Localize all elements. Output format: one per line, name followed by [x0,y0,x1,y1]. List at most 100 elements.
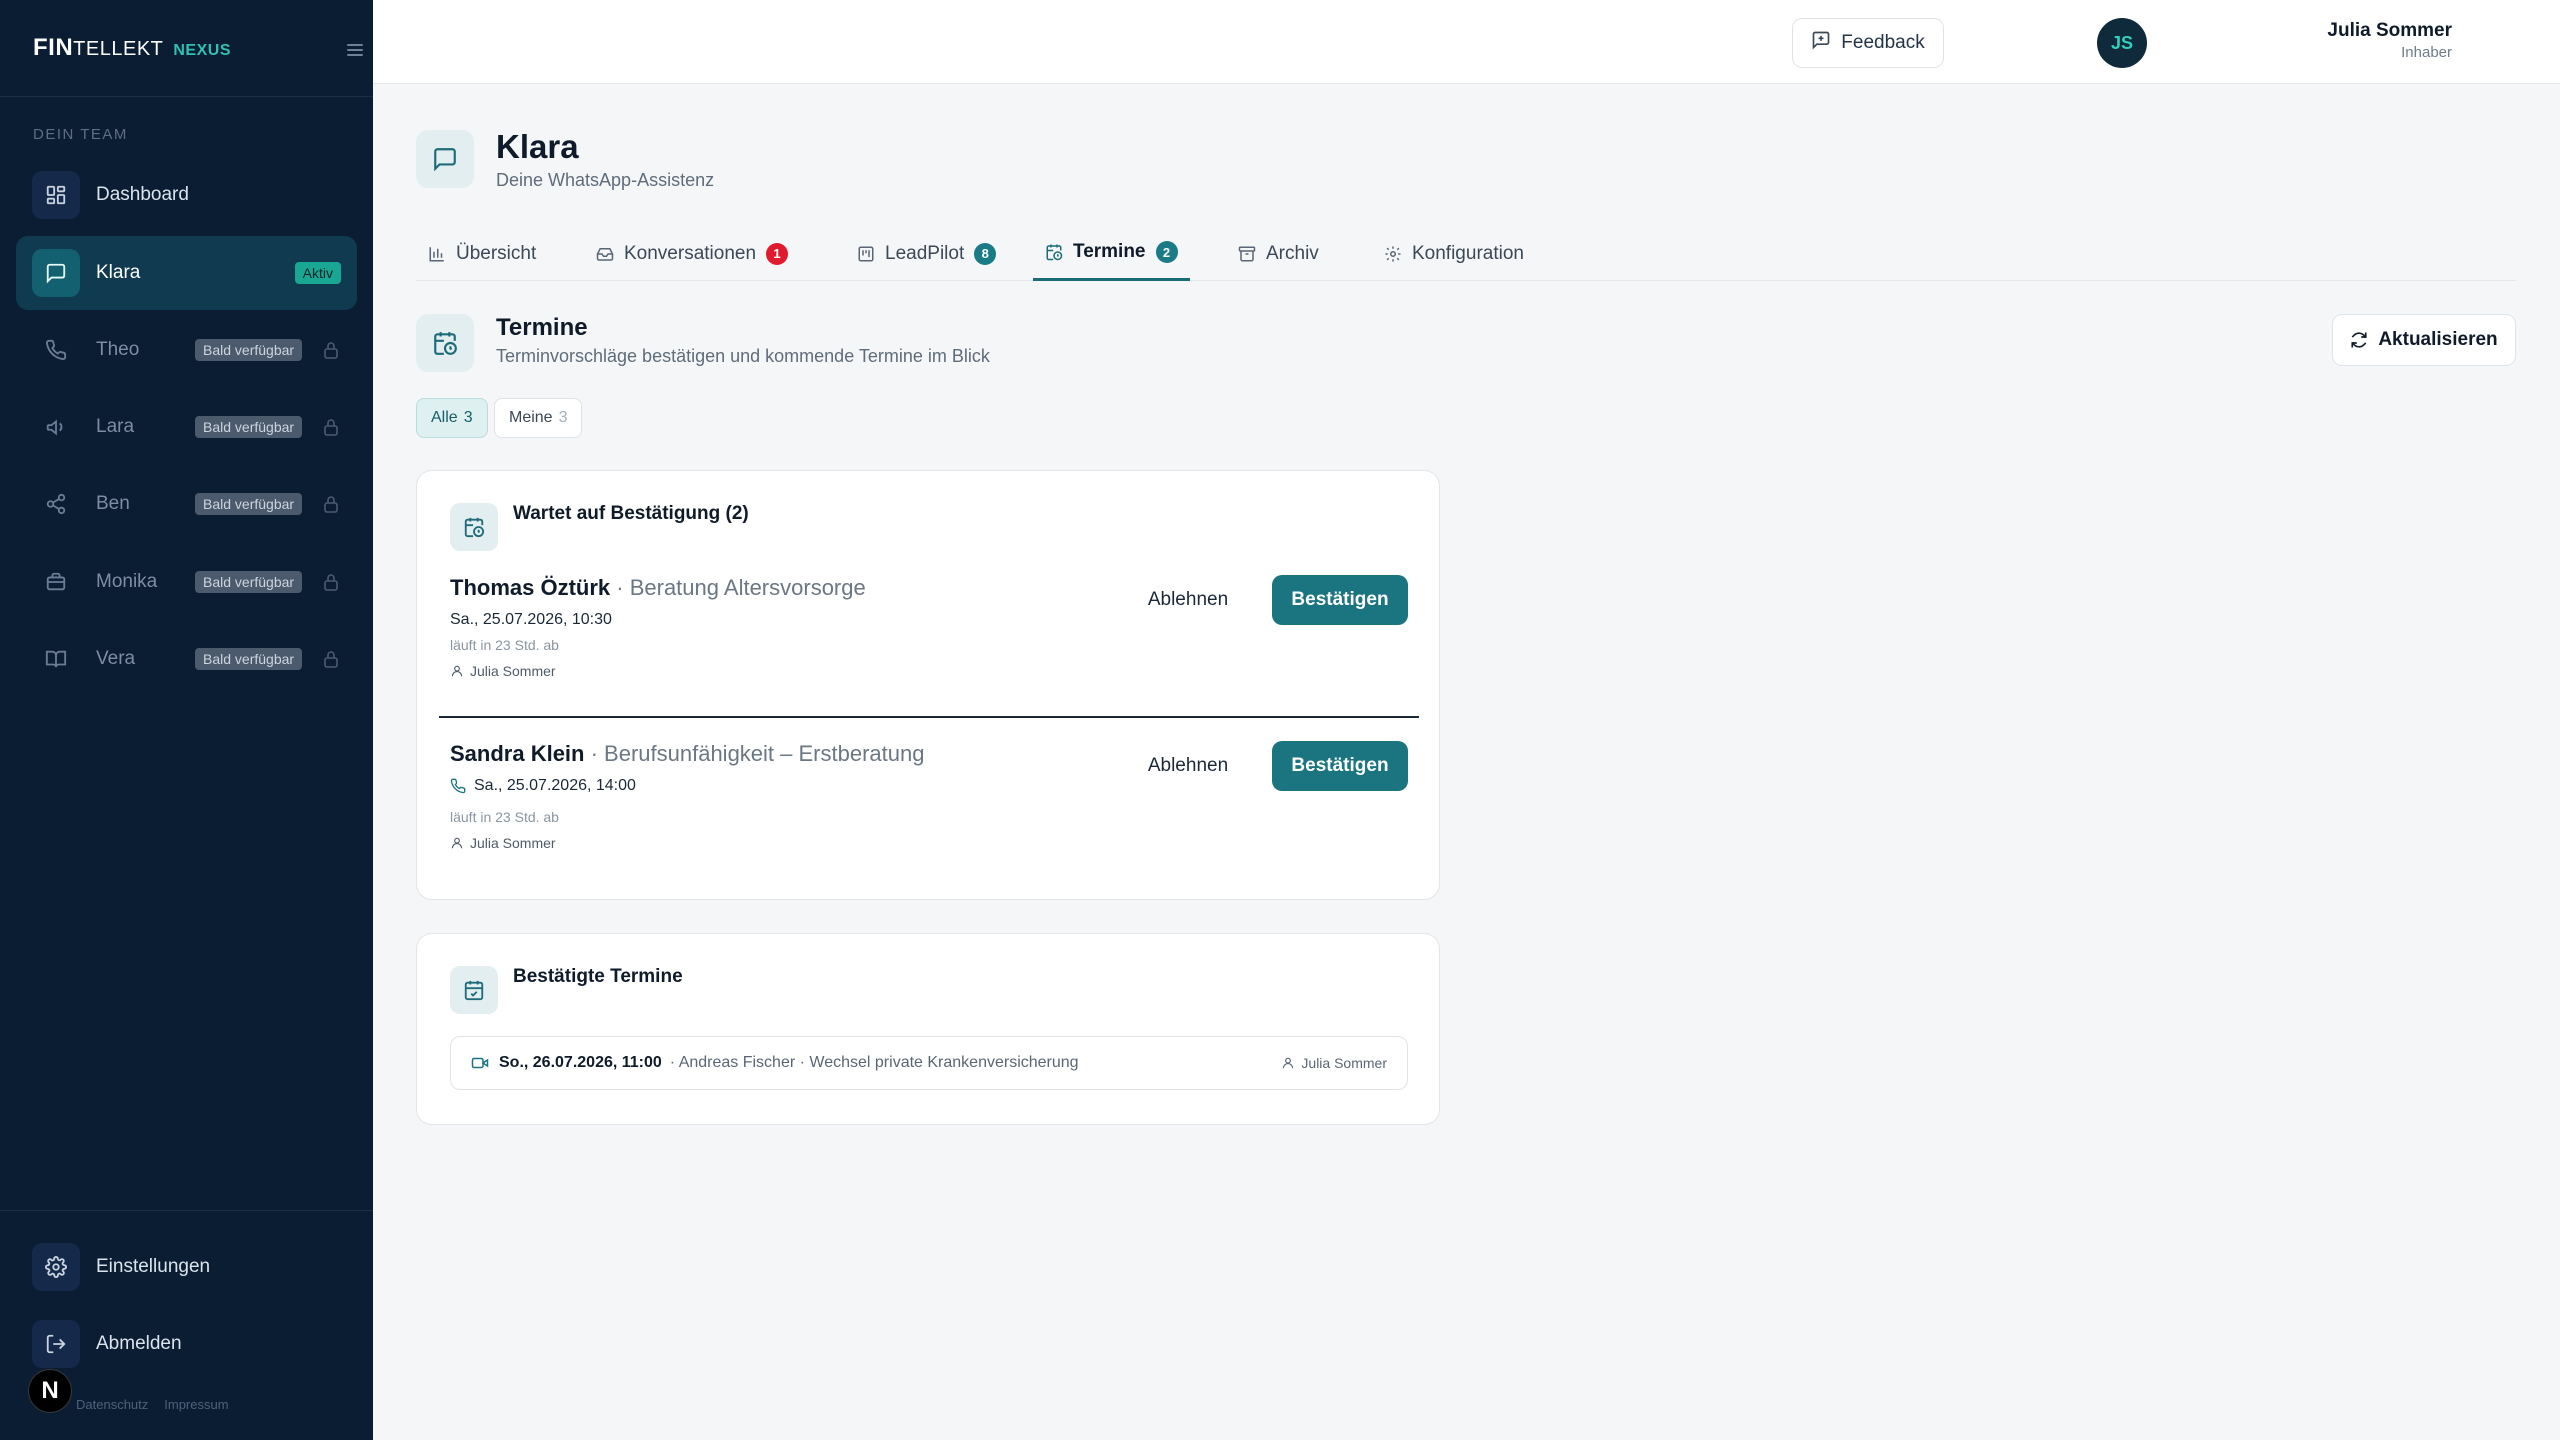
datetime-text: Sa., 25.07.2026, 14:00 [474,777,636,794]
calendar-clock-icon [450,503,498,551]
client-name: Thomas Öztürk [450,575,611,600]
appointment-topic: · Beratung Altersvorsorge [616,575,866,600]
appointment-heading: Thomas Öztürk · Beratung Altersvorsorge [450,575,1408,601]
whatsapp-assistant-icon [416,130,474,188]
tab-label: Konfiguration [1412,242,1524,264]
pending-appointments-card: Wartet auf Bestätigung (2) Thomas Öztürk… [416,470,1440,900]
sidebar-item-label: Ben [96,493,130,514]
sidebar-item-lara[interactable]: Lara Bald verfügbar [16,390,357,464]
sidebar-item-label: Monika [96,571,158,592]
page-title: Klara [496,128,579,165]
tab-label: Termine [1073,241,1146,262]
soon-badge: Bald verfügbar [195,339,303,361]
sidebar-item-label: Lara [96,416,135,437]
refresh-button[interactable]: Aktualisieren [2332,314,2516,366]
sidebar-bottom-divider [0,1210,373,1211]
privacy-link[interactable]: Datenschutz [76,1397,148,1412]
logout-icon [32,1320,80,1368]
video-icon [471,1057,489,1069]
active-badge: Aktiv [294,262,341,284]
settings-button[interactable]: Einstellungen [16,1236,357,1298]
soon-badge: Bald verfügbar [195,648,303,670]
megaphone-icon [32,403,80,451]
pending-title: Wartet auf Bestätigung (2) [513,503,749,524]
pending-appointment: Thomas Öztürk · Beratung Altersvorsorge … [450,575,1408,679]
tab-overview[interactable]: Übersicht [416,226,548,281]
filter-mine[interactable]: Meine 3 [494,398,583,438]
filter-count: 3 [463,409,473,426]
confirmed-title: Bestätigte Termine [513,966,683,987]
confirmed-owner: Julia Sommer [1281,1055,1387,1071]
logo-nexus: NEXUS [173,42,231,59]
feedback-button[interactable]: Feedback [1792,18,1944,68]
lock-icon [323,418,339,436]
logout-button[interactable]: Abmelden [16,1313,357,1375]
brand-logo[interactable]: FINTELLEKT NEXUS [33,34,231,64]
tab-bar: Übersicht Konversationen 1 LeadPilot 8 T… [416,226,2516,281]
message-square-icon [32,249,80,297]
lock-icon [323,650,339,668]
calendar-clock-icon [1046,244,1063,261]
appointment-owner: Julia Sommer [450,835,1408,851]
calendar-check-icon [450,966,498,1014]
owner-name: Julia Sommer [470,835,556,851]
filter-all[interactable]: Alle 3 [416,398,488,438]
section-subtitle: Terminvorschläge bestätigen und kommende… [496,346,990,366]
footer-links: Datenschutz Impressum [76,1397,229,1412]
pending-appointment: Sandra Klein · Berufsunfähigkeit – Erstb… [450,741,1408,851]
refresh-label: Aktualisieren [2378,329,2498,350]
tab-archive[interactable]: Archiv [1226,226,1331,281]
menu-toggle-icon[interactable] [346,40,364,60]
sidebar-item-label: Dashboard [96,184,189,205]
logo-fin: FIN [33,34,74,61]
tab-configuration[interactable]: Konfiguration [1372,226,1536,281]
expiry-text: läuft in 23 Std. ab [450,637,559,653]
avatar[interactable]: JS [2097,18,2147,68]
sidebar-item-klara[interactable]: Klara Aktiv [16,236,357,310]
imprint-link[interactable]: Impressum [164,1397,228,1412]
soon-badge: Bald verfügbar [195,571,303,593]
n-badge[interactable]: N [28,1369,72,1413]
confirmed-appointment-row[interactable]: So., 26.07.2026, 11:00 · Andreas Fischer… [450,1036,1408,1090]
tab-conversations[interactable]: Konversationen 1 [584,226,800,281]
tab-label: Übersicht [456,242,537,264]
confirm-button[interactable]: Bestätigen [1272,575,1408,625]
user-role: Inhaber [2401,44,2452,61]
tab-label: LeadPilot [885,242,965,264]
sidebar-item-theo[interactable]: Theo Bald verfügbar [16,313,357,387]
lock-icon [323,573,339,591]
top-bar: Feedback Julia Sommer Inhaber JS [373,0,2560,84]
section-title: Termine [496,314,588,341]
user-icon [451,837,463,849]
sidebar-item-monika[interactable]: Monika Bald verfügbar [16,545,357,619]
grid-icon [32,171,80,219]
confirm-button[interactable]: Bestätigen [1272,741,1408,791]
phone-icon [450,778,466,794]
share-icon [32,480,80,528]
tab-leadpilot[interactable]: LeadPilot 8 [845,226,1008,281]
appointment-datetime: Sa., 25.07.2026, 10:30 [450,611,1408,629]
phone-icon [32,326,80,374]
feedback-icon [1811,30,1831,56]
calendar-clock-icon [416,314,474,372]
filter-count: 3 [558,409,568,426]
sidebar-item-label: Theo [96,339,140,360]
decline-button[interactable]: Ablehnen [1133,741,1243,791]
sidebar-item-dashboard[interactable]: Dashboard [16,158,357,232]
decline-button[interactable]: Ablehnen [1133,575,1243,625]
appointments-count-badge: 2 [1155,241,1178,263]
sidebar-item-ben[interactable]: Ben Bald verfügbar [16,467,357,541]
client-name: Sandra Klein [450,741,585,766]
settings-label: Einstellungen [96,1256,211,1277]
filter-label: Alle [431,409,458,426]
tab-appointments[interactable]: Termine 2 [1033,226,1190,281]
expiry-text: läuft in 23 Std. ab [450,809,559,825]
sidebar-item-vera[interactable]: Vera Bald verfügbar [16,622,357,696]
inbox-icon [596,247,614,261]
refresh-icon [2351,332,2367,348]
team-section-label: DEIN TEAM [33,126,128,143]
datetime-text: Sa., 25.07.2026, 10:30 [450,611,612,628]
sidebar-item-label: Klara [96,262,141,283]
conversations-count-badge: 1 [766,242,789,265]
kanban-icon [858,246,874,261]
